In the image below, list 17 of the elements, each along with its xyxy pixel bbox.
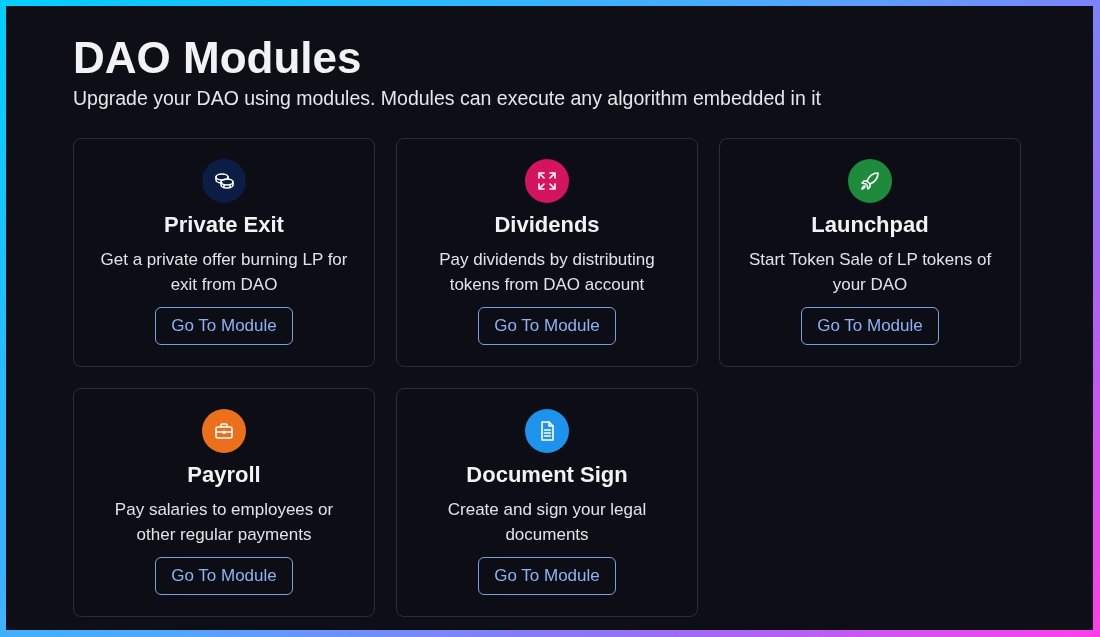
module-description: Get a private offer burning LP for exit from DAO bbox=[99, 249, 349, 296]
module-title: Payroll bbox=[187, 461, 261, 489]
module-description: Start Token Sale of LP tokens of your DAO bbox=[747, 249, 993, 296]
go-to-module-button[interactable]: Go To Module bbox=[155, 307, 293, 345]
go-to-module-button[interactable]: Go To Module bbox=[478, 557, 616, 595]
module-title: Private Exit bbox=[164, 211, 284, 239]
go-to-module-button[interactable]: Go To Module bbox=[155, 557, 293, 595]
page-subtitle: Upgrade your DAO using modules. Modules can execute any algorithm embedded in it bbox=[73, 86, 821, 111]
module-description: Pay salaries to employees or other regular payments bbox=[113, 499, 335, 546]
module-description: Pay dividends by distributing tokens from DAO account bbox=[438, 249, 656, 296]
module-title: Document Sign bbox=[466, 461, 628, 489]
module-title: Dividends bbox=[494, 211, 600, 239]
go-to-module-button[interactable]: Go To Module bbox=[801, 307, 939, 345]
module-title: Launchpad bbox=[811, 211, 929, 239]
module-description: Create and sign your legal documents bbox=[446, 499, 648, 546]
page-title: DAO Modules bbox=[73, 32, 362, 84]
go-to-module-button[interactable]: Go To Module bbox=[478, 307, 616, 345]
